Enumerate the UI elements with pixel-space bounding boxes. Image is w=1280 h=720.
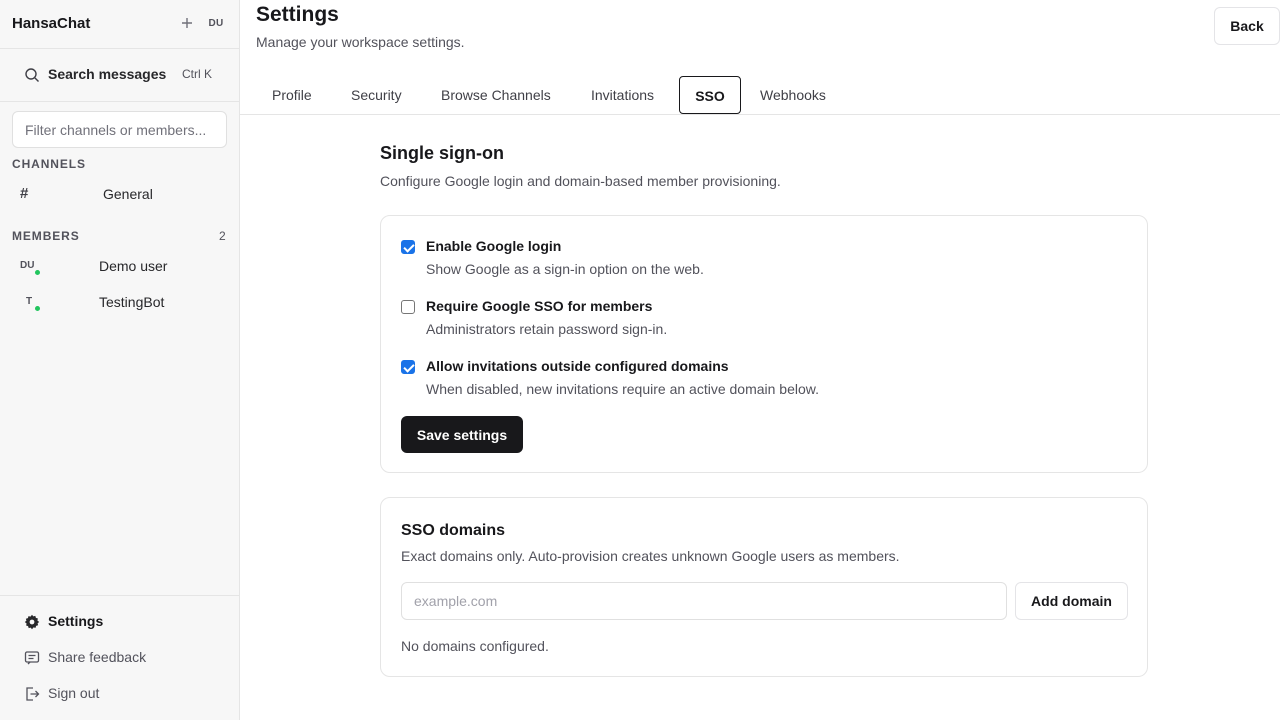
sso-domains-card: SSO domains Exact domains only. Auto-pro… xyxy=(380,497,1148,677)
online-status-dot xyxy=(34,269,41,276)
require-google-sso-checkbox[interactable] xyxy=(401,300,415,314)
save-settings-button[interactable]: Save settings xyxy=(401,416,523,453)
option-description: When disabled, new invitations require a… xyxy=(426,381,820,397)
sidebar-header: HansaChat DU xyxy=(0,0,239,49)
option-label: Allow invitations outside configured dom… xyxy=(426,358,729,374)
hash-icon: # xyxy=(20,185,29,202)
sidebar: HansaChat DU Search messages Ctrl K CHAN… xyxy=(0,0,240,720)
divider xyxy=(0,595,239,596)
app-name: HansaChat xyxy=(12,15,91,32)
allow-outside-domains-checkbox[interactable] xyxy=(401,360,415,374)
domains-description: Exact domains only. Auto-provision creat… xyxy=(401,548,900,564)
online-status-dot xyxy=(34,305,41,312)
option-label: Enable Google login xyxy=(426,238,562,254)
divider xyxy=(0,101,239,102)
sidebar-item-demo-user[interactable]: DU Demo user xyxy=(12,253,228,281)
members-count: 2 xyxy=(219,229,226,243)
feedback-label: Share feedback xyxy=(48,649,147,665)
tab-webhooks[interactable]: Webhooks xyxy=(744,76,842,114)
option-label: Require Google SSO for members xyxy=(426,298,653,314)
search-messages-button[interactable]: Search messages Ctrl K xyxy=(12,59,228,91)
sidebar-item-general[interactable]: # General xyxy=(12,181,228,207)
plus-icon xyxy=(182,18,192,28)
sidebar-item-testingbot[interactable]: T TestingBot xyxy=(12,289,228,317)
filter-input[interactable] xyxy=(12,111,227,148)
settings-link[interactable]: Settings xyxy=(24,611,224,633)
settings-tabs: Profile Security Browse Channels Invitat… xyxy=(240,76,1280,115)
channels-section-label: CHANNELS xyxy=(12,157,86,171)
sso-settings-card: Enable Google login Show Google as a sig… xyxy=(380,215,1148,473)
search-icon xyxy=(25,68,39,82)
sign-out-label: Sign out xyxy=(48,685,100,701)
search-label: Search messages xyxy=(48,66,167,82)
new-conversation-button[interactable] xyxy=(178,14,196,32)
add-domain-button[interactable]: Add domain xyxy=(1015,582,1128,620)
section-description: Configure Google login and domain-based … xyxy=(380,173,781,189)
share-feedback-link[interactable]: Share feedback xyxy=(24,647,224,669)
message-square-icon xyxy=(24,651,40,665)
sign-out-link[interactable]: Sign out xyxy=(24,683,224,705)
domain-input[interactable] xyxy=(401,582,1007,620)
domains-title: SSO domains xyxy=(401,522,506,539)
section-title: Single sign-on xyxy=(380,143,504,163)
gear-icon xyxy=(24,614,40,630)
member-name: Demo user xyxy=(99,258,168,274)
members-section-label: MEMBERS xyxy=(12,229,80,243)
tab-browse-channels[interactable]: Browse Channels xyxy=(425,76,567,114)
log-out-icon xyxy=(26,687,40,701)
channel-name: General xyxy=(103,186,153,202)
option-description: Show Google as a sign-in option on the w… xyxy=(426,261,704,277)
user-avatar[interactable]: DU xyxy=(204,14,228,34)
page-subtitle: Manage your workspace settings. xyxy=(256,34,465,50)
tab-sso[interactable]: SSO xyxy=(679,76,741,114)
page-title: Settings xyxy=(256,3,339,26)
enable-google-login-checkbox[interactable] xyxy=(401,240,415,254)
back-button[interactable]: Back xyxy=(1214,7,1280,45)
member-name: TestingBot xyxy=(99,294,165,310)
tab-security[interactable]: Security xyxy=(335,76,418,114)
option-description: Administrators retain password sign-in. xyxy=(426,321,668,337)
tab-invitations[interactable]: Invitations xyxy=(575,76,670,114)
settings-label: Settings xyxy=(48,613,104,629)
empty-domains-text: No domains configured. xyxy=(401,638,549,654)
tab-profile[interactable]: Profile xyxy=(256,76,328,114)
search-shortcut: Ctrl K xyxy=(182,67,212,81)
